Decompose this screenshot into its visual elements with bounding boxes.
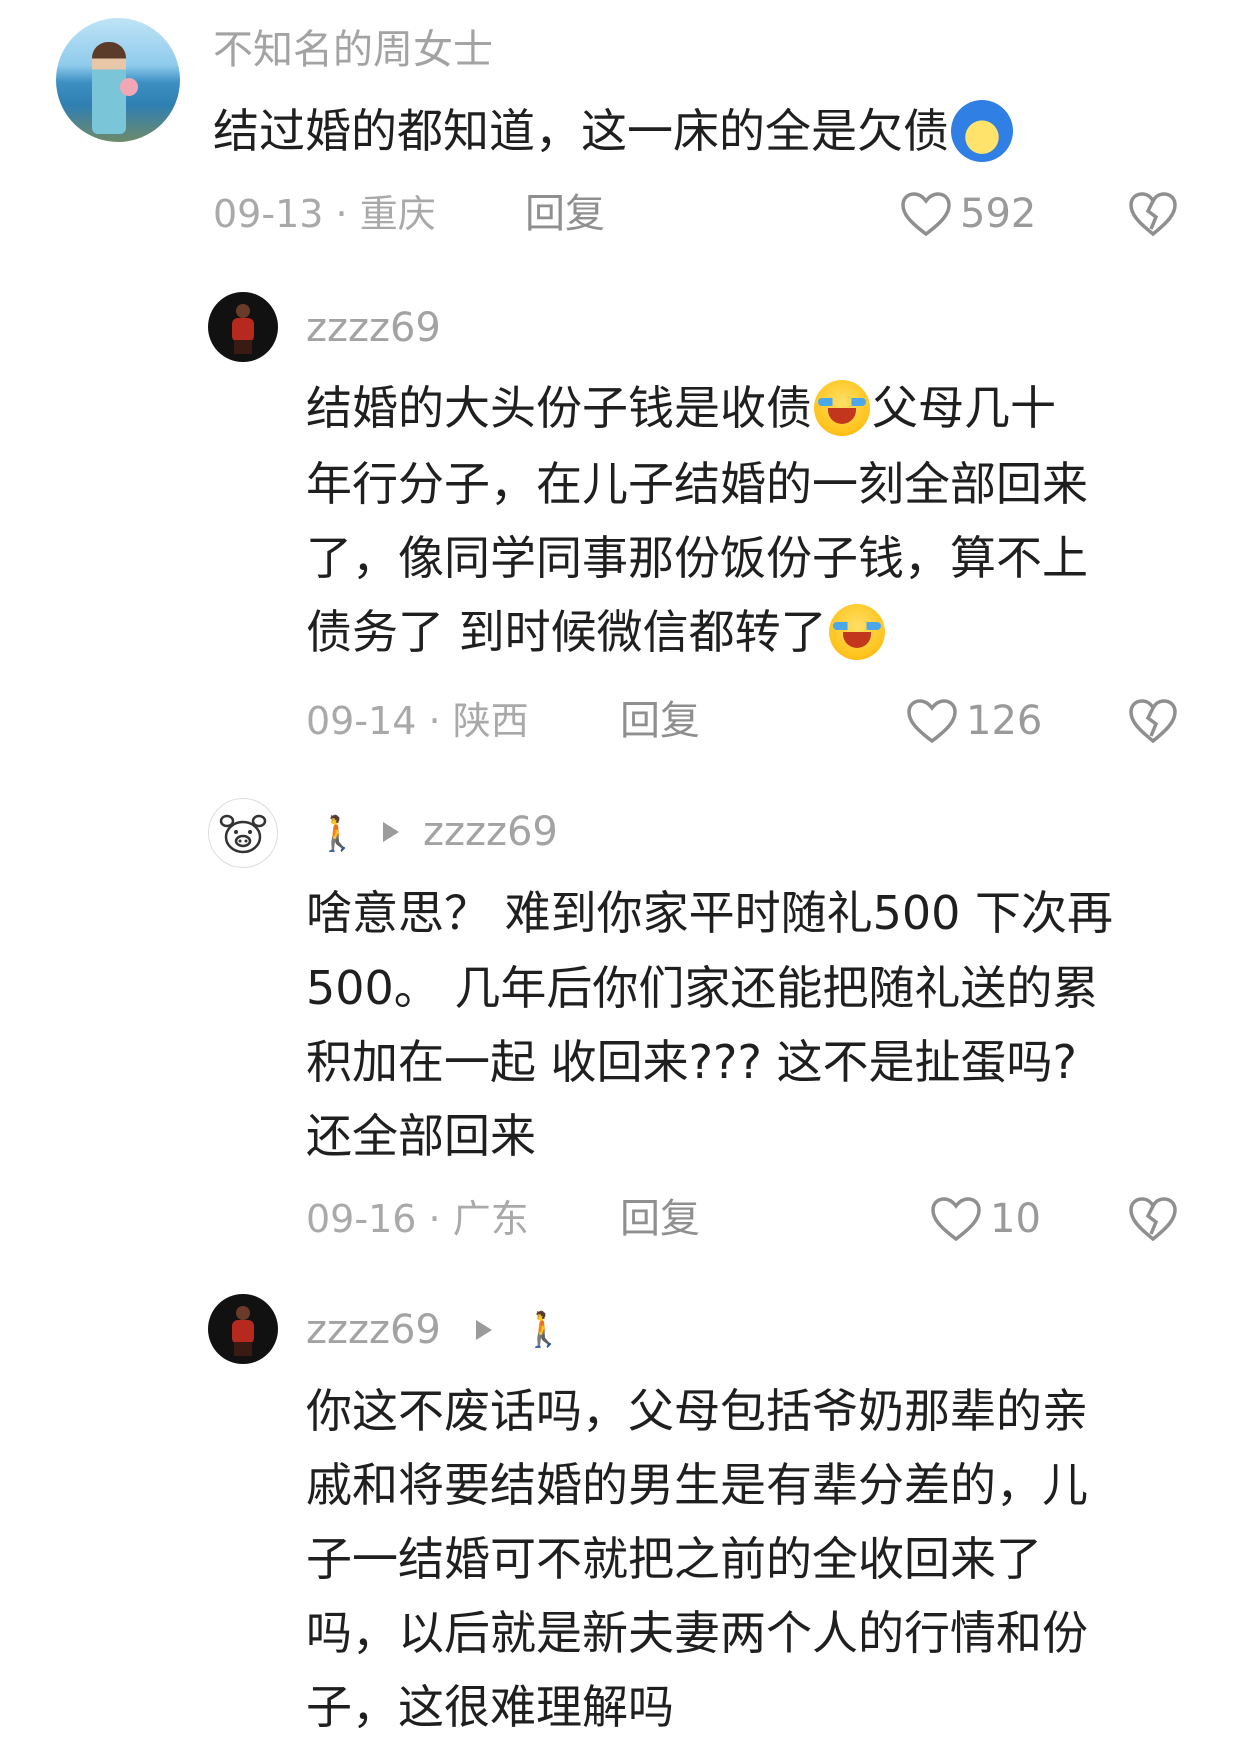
heart-outline-icon bbox=[901, 192, 951, 237]
comment-text-line: 还全部回来 bbox=[306, 1109, 536, 1163]
avatar-head bbox=[236, 304, 250, 318]
broken-heart-icon[interactable] bbox=[1128, 698, 1178, 744]
laughing-tears-emoji bbox=[814, 379, 870, 436]
heart-outline-icon bbox=[907, 699, 957, 744]
reply-button[interactable]: 回复 bbox=[620, 698, 700, 744]
comment-date: 09-13 bbox=[213, 192, 324, 236]
comment-text-line: 积加在一起 收回来??? 这不是扯蛋吗? bbox=[306, 1035, 1077, 1089]
meta-dot: · bbox=[428, 1197, 441, 1241]
comment-text-line: 吗，以后就是新夫妻两个人的行情和份 bbox=[306, 1606, 1088, 1660]
walking-person-emoji: 🚶 bbox=[316, 814, 359, 854]
broken-heart-icon[interactable] bbox=[1128, 1196, 1178, 1242]
avatar-legs bbox=[234, 1342, 252, 1356]
comment-date: 09-14 bbox=[306, 699, 417, 743]
triangle-right-icon bbox=[383, 822, 399, 842]
comment-text: 债务了 到时候微信都转了 bbox=[306, 599, 887, 666]
triangle-right-icon bbox=[476, 1320, 492, 1340]
avatar-flower bbox=[120, 78, 138, 96]
heart-outline-icon bbox=[931, 1197, 981, 1242]
comment-region: 重庆 bbox=[359, 192, 436, 236]
like-count: 592 bbox=[960, 191, 1037, 237]
comment-author[interactable]: 不知名的周女士 bbox=[213, 26, 493, 74]
comment-text-line: 你这不废话吗，父母包括爷奶那辈的亲 bbox=[306, 1384, 1088, 1438]
comment-text: 结过婚的都知道，这一床的全是欠债 bbox=[213, 98, 1015, 166]
comment-text: 结婚的大头份子钱是收债 父母几十 bbox=[306, 375, 1056, 442]
reply-button[interactable]: 回复 bbox=[620, 1196, 700, 1242]
comment-text-line: 了，像同学同事那份饭份子钱，算不上 bbox=[306, 531, 1088, 585]
avatar-torso bbox=[232, 1320, 254, 1344]
comment-text-line: 戚和将要结婚的男生是有辈分差的，儿 bbox=[306, 1458, 1088, 1512]
reply-to-author[interactable]: zzzz69 bbox=[423, 808, 558, 856]
avatar[interactable] bbox=[208, 798, 278, 868]
like-button[interactable]: 10 bbox=[930, 1196, 1041, 1242]
meta-dot: · bbox=[428, 699, 441, 743]
comment-meta: 09-13 · 重庆 bbox=[213, 191, 436, 237]
comment-author[interactable]: zzzz69 bbox=[306, 1306, 441, 1354]
avatar-head bbox=[236, 1306, 250, 1320]
walking-person-emoji: 🚶 bbox=[522, 1310, 565, 1350]
comment-meta: 09-16 · 广东 bbox=[306, 1196, 529, 1242]
avatar[interactable] bbox=[56, 18, 180, 142]
reply-button[interactable]: 回复 bbox=[525, 191, 605, 237]
like-count: 10 bbox=[990, 1196, 1041, 1242]
pig-face-icon bbox=[219, 814, 267, 854]
comment-text-line: 结过婚的都知道，这一床的全是欠债 bbox=[213, 104, 949, 158]
comment-text-line: 子一结婚可不就把之前的全收回来了 bbox=[306, 1532, 1042, 1586]
avatar[interactable] bbox=[208, 1294, 278, 1364]
broken-heart-icon[interactable] bbox=[1128, 191, 1178, 237]
comment-region: 广东 bbox=[452, 1197, 529, 1241]
comment-text-line: 年行分子，在儿子结婚的一刻全部回来 bbox=[306, 457, 1088, 511]
comment-text-line: 结婚的大头份子钱是收债 bbox=[306, 381, 812, 435]
comment-text-line: 子，这很难理解吗 bbox=[306, 1680, 674, 1734]
like-button[interactable]: 126 bbox=[906, 698, 1042, 744]
avatar-legs bbox=[234, 340, 252, 354]
comment-author[interactable]: zzzz69 bbox=[306, 304, 441, 352]
comment-text-line: 500。 几年后你们家还能把随礼送的累 bbox=[306, 961, 1099, 1015]
comment-text-line: 债务了 到时候微信都转了 bbox=[306, 605, 827, 659]
comment-date: 09-16 bbox=[306, 1197, 417, 1241]
avatar[interactable] bbox=[208, 292, 278, 362]
laughing-tears-emoji bbox=[828, 603, 885, 660]
comment-text-line: 啥意思？ 难到你家平时随礼500 下次再 bbox=[306, 886, 1114, 940]
meta-dot: · bbox=[335, 192, 348, 236]
like-count: 126 bbox=[966, 698, 1043, 744]
avatar-torso bbox=[232, 318, 254, 342]
blue-face-emoji bbox=[951, 99, 1013, 162]
comment-region: 陕西 bbox=[452, 699, 529, 743]
like-button[interactable]: 592 bbox=[900, 191, 1036, 237]
comment-text-line: 父母几十 bbox=[872, 381, 1056, 435]
comment-meta: 09-14 · 陕西 bbox=[306, 698, 529, 744]
